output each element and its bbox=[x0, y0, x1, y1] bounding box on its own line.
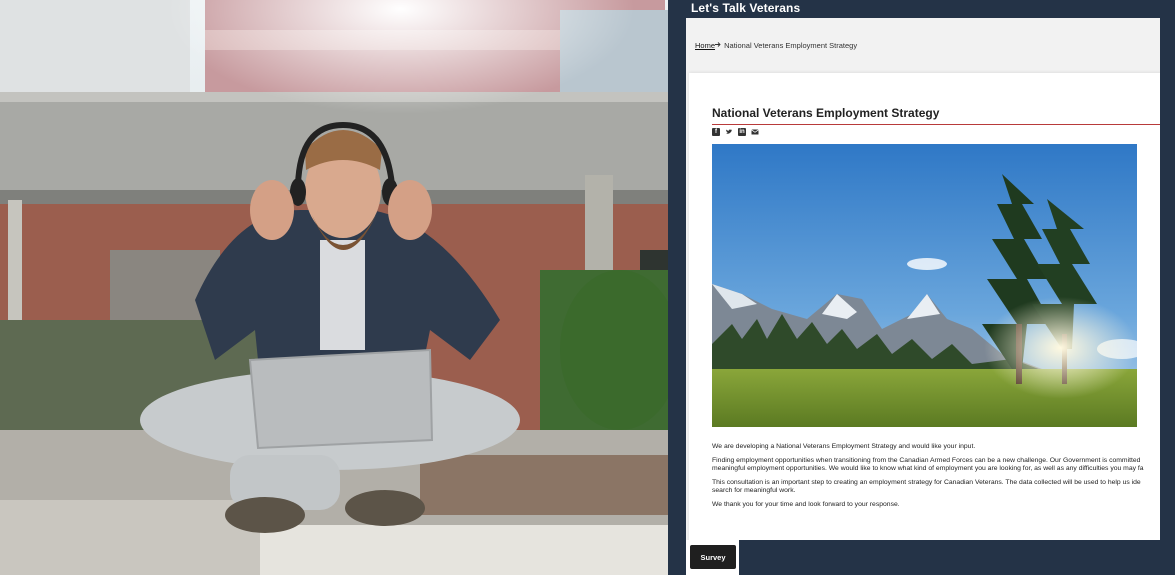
article-card: National Veterans Employment Strategy f … bbox=[689, 73, 1160, 540]
share-bar: f in bbox=[712, 128, 759, 136]
breadcrumb: Home National Veterans Employment Strate… bbox=[695, 41, 857, 50]
article-body: We are developing a National Veterans Em… bbox=[712, 443, 1160, 515]
linkedin-icon[interactable]: in bbox=[738, 128, 746, 136]
breadcrumb-arrow-icon bbox=[715, 41, 722, 50]
breadcrumb-current: National Veterans Employment Strategy bbox=[724, 41, 858, 50]
title-divider bbox=[712, 124, 1160, 125]
paragraph-intro: We are developing a National Veterans Em… bbox=[712, 443, 976, 450]
article-hero-image-mountains bbox=[712, 144, 1137, 427]
paragraph-challenge: Finding employment opportunities when tr… bbox=[712, 456, 1141, 464]
paragraph-challenge-continued: meaningful employment opportunities. We … bbox=[712, 465, 1144, 473]
paragraph-consultation: This consultation is an important step t… bbox=[712, 478, 1141, 486]
page-content: Home National Veterans Employment Strate… bbox=[686, 18, 1160, 540]
paragraph-thanks: We thank you for your time and look forw… bbox=[712, 500, 900, 508]
app-title[interactable]: Let's Talk Veterans bbox=[691, 1, 800, 15]
page-title: National Veterans Employment Strategy bbox=[712, 106, 940, 120]
facebook-icon[interactable]: f bbox=[712, 128, 720, 136]
survey-button[interactable]: Survey bbox=[690, 545, 736, 569]
paragraph-consultation-continued: search for meaningful work. bbox=[712, 487, 796, 495]
app-header: Let's Talk Veterans bbox=[668, 0, 1175, 18]
email-icon[interactable] bbox=[751, 128, 759, 136]
twitter-icon[interactable] bbox=[725, 128, 733, 136]
breadcrumb-home-link[interactable]: Home bbox=[695, 41, 715, 50]
hero-photo-man-with-laptop bbox=[0, 0, 668, 575]
